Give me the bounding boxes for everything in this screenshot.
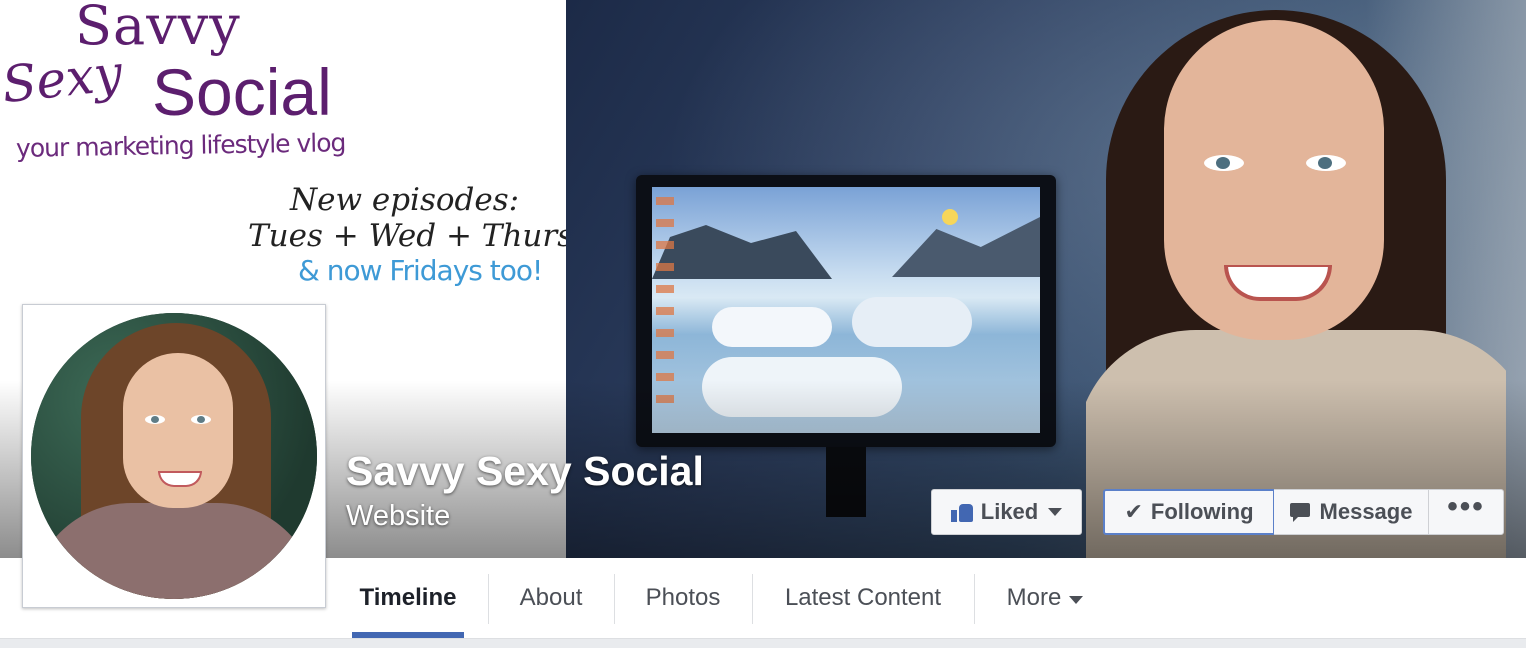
message-icon <box>1289 503 1312 522</box>
schedule-heading: New episodes: <box>290 182 520 218</box>
tab-photos[interactable]: Photos <box>614 558 752 638</box>
tab-latest-content-label: Latest Content <box>784 584 942 611</box>
following-button[interactable]: ✔ Following <box>1103 489 1275 535</box>
tab-about[interactable]: About <box>488 558 614 638</box>
schedule-days: Tues + Wed + Thurs <box>248 218 574 254</box>
profile-picture <box>31 313 317 599</box>
tab-latest-content[interactable]: Latest Content <box>752 558 974 638</box>
ellipsis-icon: ••• <box>1447 490 1485 523</box>
following-label: Following <box>1150 499 1254 524</box>
brand-word-social: Social <box>152 55 332 129</box>
liked-label: Liked <box>980 499 1039 524</box>
tab-more-label: More <box>1006 584 1062 611</box>
tab-about-label: About <box>519 584 583 611</box>
profile-picture-frame[interactable] <box>22 304 326 608</box>
brand-word-sexy: Sexy <box>0 43 125 115</box>
page-title[interactable]: Savvy Sexy Social <box>346 448 704 495</box>
liked-button[interactable]: Liked <box>931 489 1082 535</box>
chevron-down-icon <box>1048 508 1063 516</box>
tab-more[interactable]: More <box>974 558 1116 638</box>
tab-timeline-label: Timeline <box>359 584 457 611</box>
schedule-extra: & now Fridays too! <box>298 254 543 287</box>
message-button[interactable]: Message <box>1274 489 1429 535</box>
thumbs-up-icon <box>950 502 973 522</box>
more-options-button[interactable]: ••• <box>1428 489 1504 535</box>
page-category[interactable]: Website <box>346 500 450 533</box>
check-icon: ✔ <box>1124 499 1143 524</box>
chevron-down-icon <box>1069 596 1084 604</box>
brand-tagline: your marketing lifestyle vlog <box>15 128 346 163</box>
message-label: Message <box>1319 499 1413 524</box>
tab-photos-label: Photos <box>645 584 721 611</box>
tab-timeline[interactable]: Timeline <box>352 558 464 638</box>
